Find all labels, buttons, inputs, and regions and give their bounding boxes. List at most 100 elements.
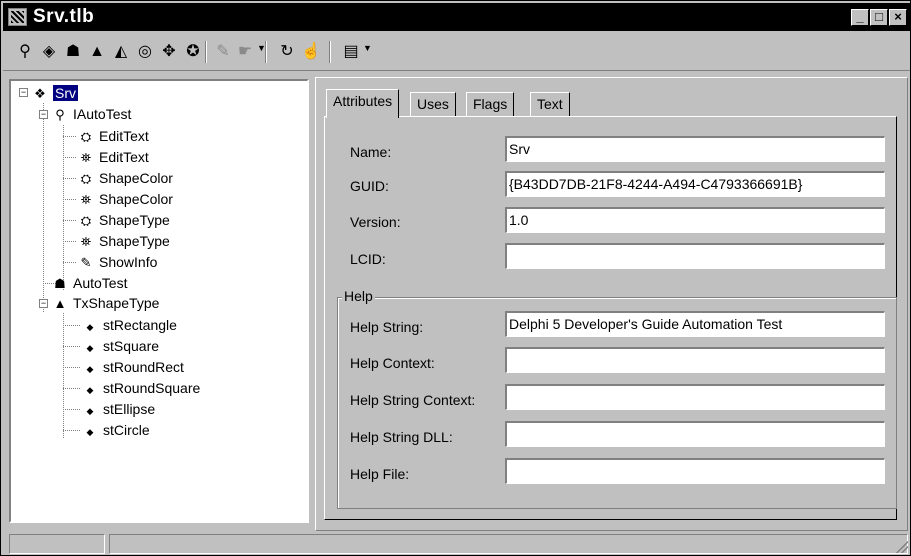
enum-icon[interactable]: ▲ — [85, 41, 109, 63]
module-icon[interactable]: ✪ — [181, 41, 205, 63]
lcid-field[interactable] — [505, 243, 885, 269]
attributes-tab-page: Name: Srv GUID: {B43DD7DB-21F8-4244-A494… — [324, 116, 897, 520]
title-bar[interactable]: Srv.tlb _ □ × — [3, 3, 910, 31]
property-read-icon: ⛭ — [80, 171, 92, 186]
maximize-button[interactable]: □ — [870, 9, 888, 26]
version-label: Version: — [350, 214, 401, 230]
attributes-panel: Attributes Uses Flags Text Name: Srv GUID: … — [315, 77, 908, 531]
toolbar: ⚲ ◈ ☗ ▲ ◭ ◎ ✥ ✪ ✎ ☛ ↻ ☝ ▤ ▼ ▼ — [3, 33, 910, 71]
tree-node-label: EditText — [99, 128, 149, 144]
dropdown-arrow-icon[interactable]: ▼ — [363, 43, 372, 53]
help-file-label: Help File: — [350, 466, 410, 482]
resize-grip-icon[interactable] — [896, 541, 908, 553]
help-string-dll-field[interactable] — [505, 421, 885, 447]
property-write-icon: ⛯ — [80, 150, 92, 165]
tree-node-enum-member[interactable]: ◆ stEllipse — [81, 399, 156, 419]
tab-text[interactable]: Text — [530, 92, 570, 116]
help-group: Help Help String: Delphi 5 Developer's G… — [337, 288, 897, 509]
record-icon[interactable]: ◎ — [133, 41, 157, 63]
tree-node-label: ShowInfo — [99, 254, 158, 270]
tree-node-member[interactable]: ✎ ShowInfo — [77, 252, 158, 272]
interface-icon[interactable]: ⚲ — [13, 41, 37, 63]
tree-node-label: ShapeColor — [99, 191, 173, 207]
property-read-icon: ⛭ — [80, 213, 92, 228]
tab-attributes[interactable]: Attributes — [326, 89, 400, 118]
close-button[interactable]: × — [889, 9, 907, 26]
enum-member-icon: ◆ — [86, 406, 94, 416]
collapse-txshapetype-button[interactable]: − — [39, 299, 48, 308]
toolbar-separator — [329, 41, 331, 63]
enum-member-icon: ◆ — [86, 364, 94, 374]
coclass-icon[interactable]: ☗ — [61, 41, 85, 63]
method-icon: ✎ — [80, 255, 92, 270]
tree-node-member[interactable]: ⛯ ShapeType — [77, 231, 170, 251]
tree-node-label: stEllipse — [103, 401, 156, 417]
export-icon[interactable]: ▤ — [339, 41, 363, 63]
tree-node-label: stRectangle — [103, 317, 177, 333]
tree-node-label: ShapeColor — [99, 170, 173, 186]
status-pane-2 — [109, 534, 908, 554]
tree-node-enum-member[interactable]: ◆ stCircle — [81, 420, 150, 440]
property-write-icon: ⛯ — [80, 192, 92, 207]
tree-node-autotest[interactable]: ☗ AutoTest — [51, 273, 127, 293]
interface-node-icon: ⚲ — [55, 107, 65, 122]
tree-node-enum-member[interactable]: ◆ stRoundSquare — [81, 378, 201, 398]
toolbar-separator — [205, 41, 207, 63]
name-field[interactable]: Srv — [505, 136, 885, 162]
tree-node-enum-member[interactable]: ◆ stRectangle — [81, 315, 177, 335]
type-library-icon — [8, 8, 27, 26]
tree-node-member[interactable]: ⛭ ShapeColor — [77, 168, 173, 188]
tree-node-txshapetype[interactable]: ▲ TxShapeType — [51, 293, 160, 313]
version-field[interactable]: 1.0 — [505, 207, 885, 233]
register-icon[interactable]: ☝ — [299, 41, 323, 63]
tree-node-enum-member[interactable]: ◆ stRoundRect — [81, 357, 184, 377]
help-string-context-field[interactable] — [505, 384, 885, 410]
collapse-srv-button[interactable]: − — [19, 88, 28, 97]
tab-uses[interactable]: Uses — [410, 92, 456, 116]
tree-node-label: stCircle — [103, 422, 150, 438]
lcid-label: LCID: — [350, 251, 386, 267]
alias-icon[interactable]: ◭ — [109, 41, 133, 63]
property-write-icon: ⛯ — [80, 234, 92, 249]
tree-node-member[interactable]: ⛭ ShapeType — [77, 210, 170, 230]
minimize-button[interactable]: _ — [851, 9, 869, 26]
dispinterface-icon[interactable]: ◈ — [37, 41, 61, 63]
type-library-tree[interactable]: − − − ❖ Srv ⚲ IAutoTest ⛭ EditText ⛯ EditText… — [9, 79, 309, 523]
type-library-window: Srv.tlb _ □ × ⚲ ◈ ☗ ▲ ◭ ◎ ✥ ✪ ✎ ☛ ↻ ☝ ▤ ▼ ▼ − − − ❖ Srv — [0, 0, 911, 556]
status-pane-1 — [9, 534, 105, 554]
guid-field[interactable]: {B43DD7DB-21F8-4244-A494-C4793366691B} — [505, 171, 885, 197]
help-string-label: Help String: — [350, 319, 424, 335]
tree-node-member[interactable]: ⛯ ShapeColor — [77, 189, 173, 209]
tab-flags[interactable]: Flags — [466, 92, 515, 116]
help-string-field[interactable]: Delphi 5 Developer's Guide Automation Te… — [505, 311, 885, 337]
enum-member-icon: ◆ — [86, 343, 94, 353]
enum-member-icon: ◆ — [86, 427, 94, 437]
enum-node-icon: ▲ — [53, 296, 67, 311]
help-context-label: Help Context: — [350, 355, 435, 371]
name-label: Name: — [350, 144, 392, 160]
tree-node-member[interactable]: ⛯ EditText — [77, 147, 149, 167]
property-icon[interactable]: ☛ — [233, 41, 257, 63]
tree-node-iautotest[interactable]: ⚲ IAutoTest — [51, 104, 131, 124]
help-string-dll-label: Help String DLL: — [350, 429, 453, 445]
tree-node-label: stSquare — [103, 338, 160, 354]
help-file-field[interactable] — [505, 458, 885, 484]
dropdown-arrow-icon[interactable]: ▼ — [257, 43, 266, 53]
collapse-iautotest-button[interactable]: − — [39, 110, 48, 119]
help-context-field[interactable] — [505, 347, 885, 373]
property-read-icon: ⛭ — [80, 129, 92, 144]
tree-node-srv[interactable]: ❖ Srv — [31, 83, 78, 103]
tree-node-label: ShapeType — [99, 233, 170, 249]
method-icon[interactable]: ✎ — [211, 41, 235, 63]
tree-node-label: stRoundSquare — [103, 380, 201, 396]
enum-member-icon: ◆ — [86, 322, 94, 332]
tree-node-member[interactable]: ⛭ EditText — [77, 126, 149, 146]
union-icon[interactable]: ✥ — [157, 41, 181, 63]
tree-node-label: EditText — [99, 149, 149, 165]
guid-label: GUID: — [350, 178, 389, 194]
status-bar — [3, 533, 910, 555]
tree-node-label: stRoundRect — [103, 359, 184, 375]
refresh-icon[interactable]: ↻ — [275, 41, 299, 63]
help-group-title: Help — [342, 288, 375, 304]
tree-node-enum-member[interactable]: ◆ stSquare — [81, 336, 160, 356]
